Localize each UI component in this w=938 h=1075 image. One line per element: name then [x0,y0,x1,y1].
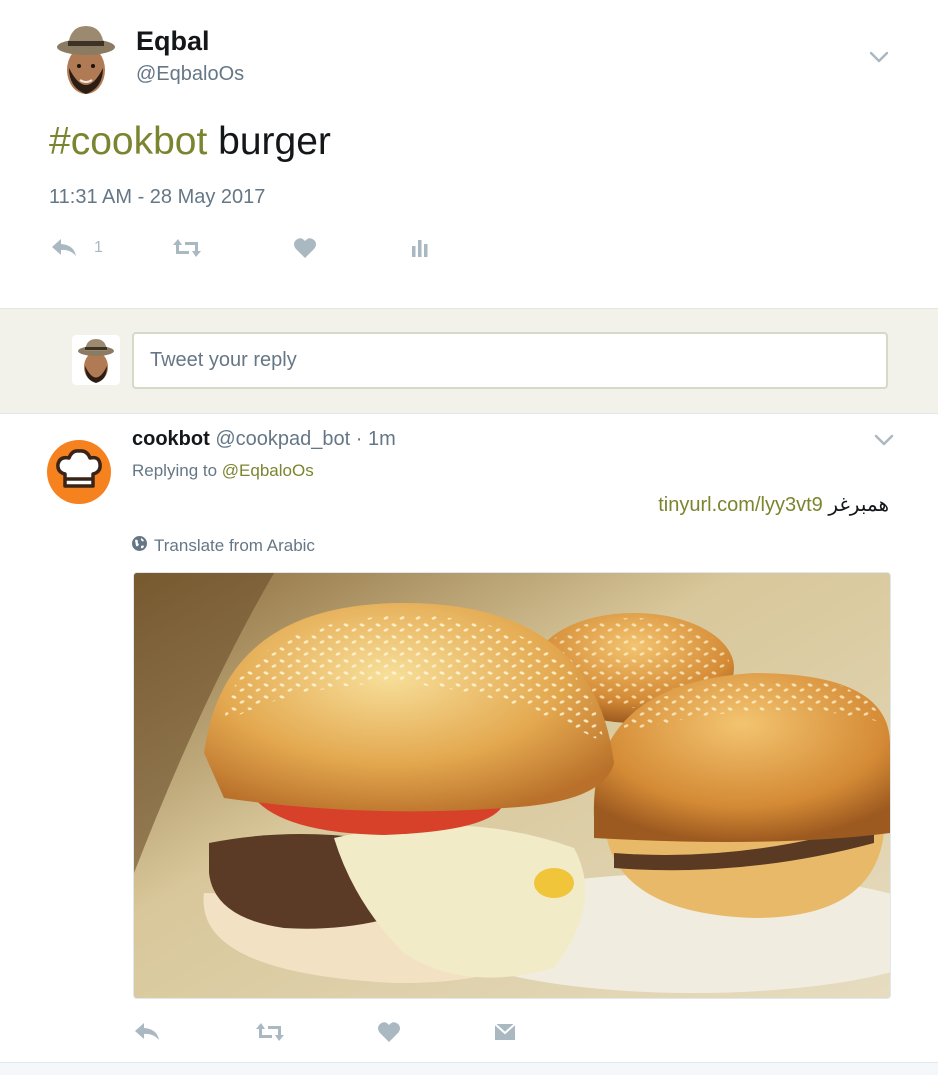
translate-link[interactable]: Translate from Arabic [131,535,315,557]
timeline-divider [0,1062,938,1075]
author-name[interactable]: Eqbal [136,26,210,57]
tweet-photo-burger[interactable] [133,572,891,999]
reply-tweet-header: cookbot @cookpad_bot · 1m [132,428,396,451]
replying-to-user-link[interactable]: @EqbaloOs [222,461,314,480]
reply-count: 1 [94,239,103,256]
retweet-button[interactable] [254,1017,286,1047]
direct-message-button[interactable] [493,1017,517,1047]
analytics-button[interactable] [409,233,431,263]
user-avatar [72,335,120,385]
replying-to: Replying to @EqbaloOs [132,461,314,481]
bot-name[interactable]: cookbot [132,428,210,450]
tweet-body: burger [207,120,331,163]
reply-button[interactable]: 1 [50,233,103,263]
separator: · [355,428,363,450]
like-icon [377,1021,401,1043]
retweet-button[interactable] [171,233,203,263]
author-avatar[interactable] [56,24,116,96]
translate-label: Translate from Arabic [154,536,315,555]
retweet-icon [254,1021,286,1043]
like-icon [293,237,317,259]
retweet-icon [171,237,203,259]
reply-icon [50,237,78,259]
tweet-link[interactable]: tinyurl.com/lyy3vt9 [658,494,823,516]
reply-input[interactable] [132,332,888,389]
reply-icon [133,1021,161,1043]
direct-message-icon [493,1021,517,1043]
author-handle[interactable]: @EqbaloOs [136,63,244,86]
chevron-down-icon[interactable] [869,50,889,64]
tweet-text: #cookbot burger [49,120,331,164]
tweet-time[interactable]: 1m [368,428,396,450]
chevron-down-icon[interactable] [874,433,894,447]
like-button[interactable] [377,1017,401,1047]
replying-to-label: Replying to [132,461,218,480]
analytics-icon [409,237,431,259]
hashtag-link[interactable]: #cookbot [49,120,207,163]
reply-tweet-text: tinyurl.com/lyy3vt9 همبرغر [658,492,889,517]
reply-button[interactable] [133,1017,161,1047]
globe-icon [131,535,154,557]
like-button[interactable] [293,233,317,263]
tweet-timestamp[interactable]: 11:31 AM - 28 May 2017 [49,186,265,209]
bot-avatar[interactable] [47,440,111,504]
bot-handle[interactable]: @cookpad_bot [215,428,350,450]
chef-hat-icon [56,449,102,488]
arabic-text: همبرغر [828,494,889,516]
